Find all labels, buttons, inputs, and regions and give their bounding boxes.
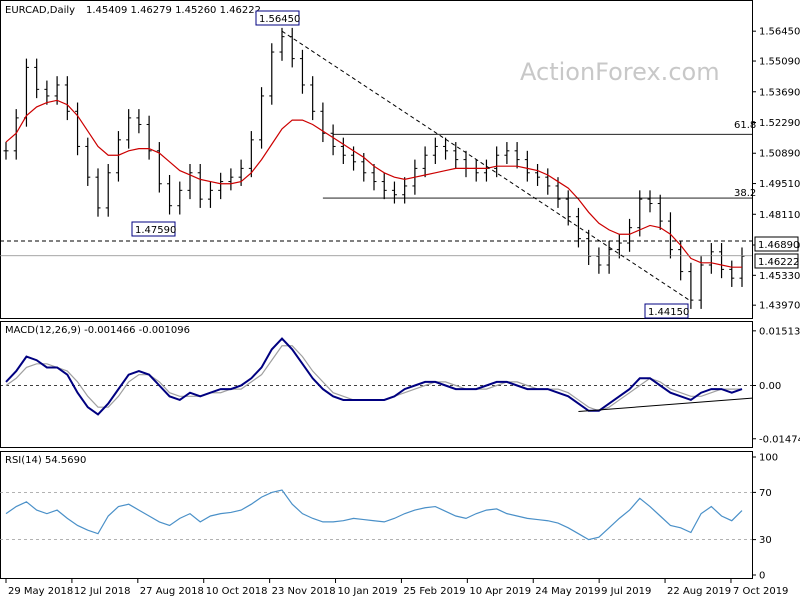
date-tick-label: 10 Jan 2019	[338, 586, 398, 597]
price-tick-label: 1.53690	[759, 87, 800, 98]
price-tick-label: 1.49510	[759, 179, 800, 190]
fib-618-label: 61.8	[734, 120, 756, 131]
price-axis: 1.56450 1.55090 1.53690 1.52290 1.50890 1.495…	[752, 27, 800, 312]
date-tick-label: 29 May 2018	[8, 586, 73, 597]
fib-382-label: 38.2	[734, 188, 756, 199]
price-tick-label: 1.52290	[759, 118, 800, 129]
macd-tick-label: 0.00	[759, 381, 781, 392]
rsi-panel-frame	[0, 451, 753, 579]
last-price-label: 1.46222	[758, 257, 799, 268]
level-label: 1.46890	[758, 240, 799, 251]
macd-axis: 0.015137 0.00 -0.014749	[752, 326, 800, 445]
rsi-tick-label: 100	[759, 453, 778, 464]
watermark: ActionForex.com	[520, 58, 720, 86]
price-panel-ohlc: 1.45409 1.46279 1.45260 1.46222	[86, 5, 261, 16]
price-tick-label: 1.43970	[759, 301, 800, 312]
macd-panel-title: MACD(12,26,9) -0.001466 -0.001096	[5, 325, 190, 336]
price-chart: EURCAD,Daily 1.45409 1.46279 1.45260 1.4…	[0, 0, 800, 597]
high-label-box: 1.56450	[255, 10, 300, 26]
rsi-panel-title: RSI(14) 54.5690	[5, 455, 86, 466]
price-tick-label: 1.50890	[759, 149, 800, 160]
low-label-2: 1.44150	[648, 307, 689, 318]
date-tick-label: 12 Jul 2018	[74, 586, 131, 597]
price-panel-frame	[0, 0, 753, 319]
low-label-box-2: 1.44150	[644, 303, 689, 319]
date-tick-label: 10 Oct 2018	[206, 586, 268, 597]
price-tick-label: 1.48110	[759, 210, 800, 221]
high-label: 1.56450	[259, 14, 300, 25]
price-tick-label: 1.56450	[759, 27, 800, 38]
macd-panel-frame	[0, 321, 753, 448]
date-tick-label: 25 Feb 2019	[403, 586, 465, 597]
date-tick-label: 27 Aug 2018	[140, 586, 204, 597]
rsi-axis: 100 70 30 0	[752, 453, 778, 582]
low-label-1: 1.47590	[135, 225, 176, 236]
date-tick-label: 22 Aug 2019	[667, 586, 731, 597]
price-tick-label: 1.45330	[759, 271, 800, 282]
date-tick-label: 9 Jul 2019	[601, 586, 651, 597]
level-label-box: 1.46890	[754, 236, 799, 252]
rsi-tick-label: 0	[759, 571, 765, 582]
macd-tick-label: 0.015137	[759, 326, 800, 337]
rsi-tick-label: 70	[759, 488, 772, 499]
price-panel-title: EURCAD,Daily	[5, 5, 75, 16]
last-price-label-box: 1.46222	[754, 253, 799, 269]
date-tick-label: 10 Apr 2019	[469, 586, 531, 597]
date-tick-label: 24 May 2019	[535, 586, 600, 597]
date-tick-label: 23 Nov 2018	[272, 586, 336, 597]
macd-tick-label: -0.014749	[759, 434, 800, 445]
rsi-tick-label: 30	[759, 535, 772, 546]
price-tick-label: 1.55090	[759, 57, 800, 68]
low-label-box-1: 1.47590	[131, 221, 176, 237]
date-tick-label: 7 Oct 2019	[733, 586, 788, 597]
date-axis: 29 May 2018 12 Jul 2018 27 Aug 2018 10 Oct …	[5, 579, 788, 597]
